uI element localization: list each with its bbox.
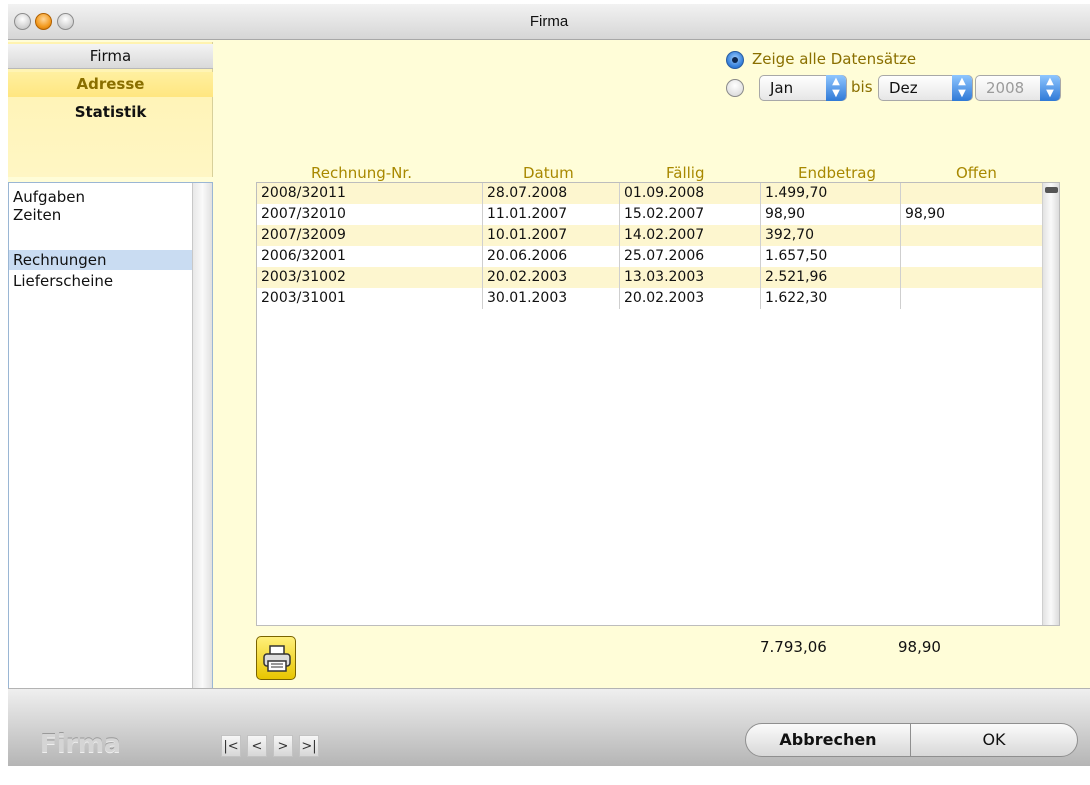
col-header-offen[interactable]: Offen <box>956 164 997 182</box>
sidebar-list: Aufgaben Zeiten Rechnungen Lieferscheine <box>8 182 213 690</box>
table-scrollbar[interactable] <box>1042 183 1059 625</box>
to-month-select[interactable]: Dez ▲ ▼ <box>878 75 973 101</box>
cell-offen <box>901 225 1043 246</box>
brand-logo: Firma <box>40 729 121 758</box>
cell-offen <box>901 267 1043 288</box>
cell-datum: 28.07.2008 <box>483 183 620 204</box>
nav-prev-button[interactable]: < <box>247 735 267 757</box>
cell-faellig: 01.09.2008 <box>620 183 761 204</box>
window-title: Firma <box>529 13 569 30</box>
sidebar-item-zeiten[interactable]: Zeiten <box>13 205 193 225</box>
stepper-arrows-icon: ▲ ▼ <box>952 75 972 101</box>
print-button[interactable] <box>256 636 296 680</box>
sum-offen: 98,90 <box>898 638 941 656</box>
stepper-arrows-icon: ▲ ▼ <box>1040 75 1060 101</box>
to-month-value: Dez <box>889 79 918 97</box>
year-value: 2008 <box>986 79 1025 97</box>
nav-last-button[interactable]: >| <box>299 735 319 757</box>
tab-adresse[interactable]: Adresse <box>8 72 213 97</box>
title-bar: Firma <box>8 4 1090 40</box>
bis-label: bis <box>851 78 873 96</box>
sidebar-item-lieferscheine[interactable]: Lieferscheine <box>13 271 193 291</box>
table-row[interactable]: 2003/31001 30.01.2003 20.02.2003 1.622,3… <box>257 288 1043 309</box>
nav-first-button[interactable]: |< <box>221 735 241 757</box>
cell-offen <box>901 246 1043 267</box>
cell-endbetrag: 2.521,96 <box>761 267 901 288</box>
cell-offen <box>901 288 1043 309</box>
sidebar-scrollbar[interactable] <box>192 183 212 689</box>
tab-firma[interactable]: Firma <box>8 44 213 69</box>
table-row[interactable]: 2007/32009 10.01.2007 14.02.2007 392,70 <box>257 225 1043 246</box>
cell-rechnung-nr: 2003/31002 <box>257 267 483 288</box>
cell-datum: 20.06.2006 <box>483 246 620 267</box>
cell-datum: 10.01.2007 <box>483 225 620 246</box>
cell-datum: 20.02.2003 <box>483 267 620 288</box>
invoice-table: 2008/32011 28.07.2008 01.09.2008 1.499,7… <box>256 182 1060 626</box>
printer-icon <box>263 645 291 672</box>
cell-rechnung-nr: 2007/32010 <box>257 204 483 225</box>
cell-endbetrag: 98,90 <box>761 204 901 225</box>
table-row[interactable]: 2008/32011 28.07.2008 01.09.2008 1.499,7… <box>257 183 1043 204</box>
table-row[interactable]: 2003/31002 20.02.2003 13.03.2003 2.521,9… <box>257 267 1043 288</box>
cell-faellig: 25.07.2006 <box>620 246 761 267</box>
table-row[interactable]: 2006/32001 20.06.2006 25.07.2006 1.657,5… <box>257 246 1043 267</box>
col-header-datum[interactable]: Datum <box>523 164 574 182</box>
tab-statistik[interactable]: Statistik <box>8 100 213 125</box>
cell-rechnung-nr: 2006/32001 <box>257 246 483 267</box>
scroll-thumb[interactable] <box>1045 187 1058 193</box>
cell-endbetrag: 1.657,50 <box>761 246 901 267</box>
col-header-rechnung-nr[interactable]: Rechnung-Nr. <box>311 164 412 182</box>
cell-datum: 11.01.2007 <box>483 204 620 225</box>
radio-show-all-label: Zeige alle Datensätze <box>752 50 917 68</box>
cell-rechnung-nr: 2003/31001 <box>257 288 483 309</box>
cell-rechnung-nr: 2008/32011 <box>257 183 483 204</box>
cell-endbetrag: 1.622,30 <box>761 288 901 309</box>
cell-endbetrag: 392,70 <box>761 225 901 246</box>
cell-endbetrag: 1.499,70 <box>761 183 901 204</box>
sidebar-tabs: Firma Adresse Statistik <box>8 42 213 177</box>
ok-button[interactable]: OK <box>910 723 1078 757</box>
sidebar-item-aufgaben[interactable]: Aufgaben <box>13 187 193 207</box>
sum-endbetrag: 7.793,06 <box>760 638 827 656</box>
cell-datum: 30.01.2003 <box>483 288 620 309</box>
cell-offen: 98,90 <box>905 206 946 222</box>
radio-show-all[interactable] <box>726 51 744 69</box>
stepper-arrows-icon: ▲ ▼ <box>826 75 846 101</box>
cell-faellig: 13.03.2003 <box>620 267 761 288</box>
sidebar-item-rechnungen[interactable]: Rechnungen <box>9 250 192 270</box>
col-header-endbetrag[interactable]: Endbetrag <box>798 164 876 182</box>
cell-faellig: 15.02.2007 <box>620 204 761 225</box>
cell-offen <box>901 183 1043 204</box>
bottom-bar: Firma |< < > >| Abbrechen OK <box>8 688 1090 766</box>
firma-window: Firma Firma Adresse Statistik Aufgaben Z… <box>8 4 1090 766</box>
cell-faellig: 14.02.2007 <box>620 225 761 246</box>
radio-date-range[interactable] <box>726 79 744 97</box>
cell-rechnung-nr: 2007/32009 <box>257 225 483 246</box>
nav-next-button[interactable]: > <box>273 735 293 757</box>
from-month-select[interactable]: Jan ▲ ▼ <box>759 75 847 101</box>
from-month-value: Jan <box>770 79 794 97</box>
col-header-faellig[interactable]: Fällig <box>666 164 704 182</box>
cancel-button[interactable]: Abbrechen <box>745 723 911 757</box>
table-row[interactable]: 2007/32010 11.01.2007 15.02.2007 98,90 9… <box>257 204 1043 225</box>
year-select[interactable]: 2008 ▲ ▼ <box>975 75 1061 101</box>
cell-faellig: 20.02.2003 <box>620 288 761 309</box>
